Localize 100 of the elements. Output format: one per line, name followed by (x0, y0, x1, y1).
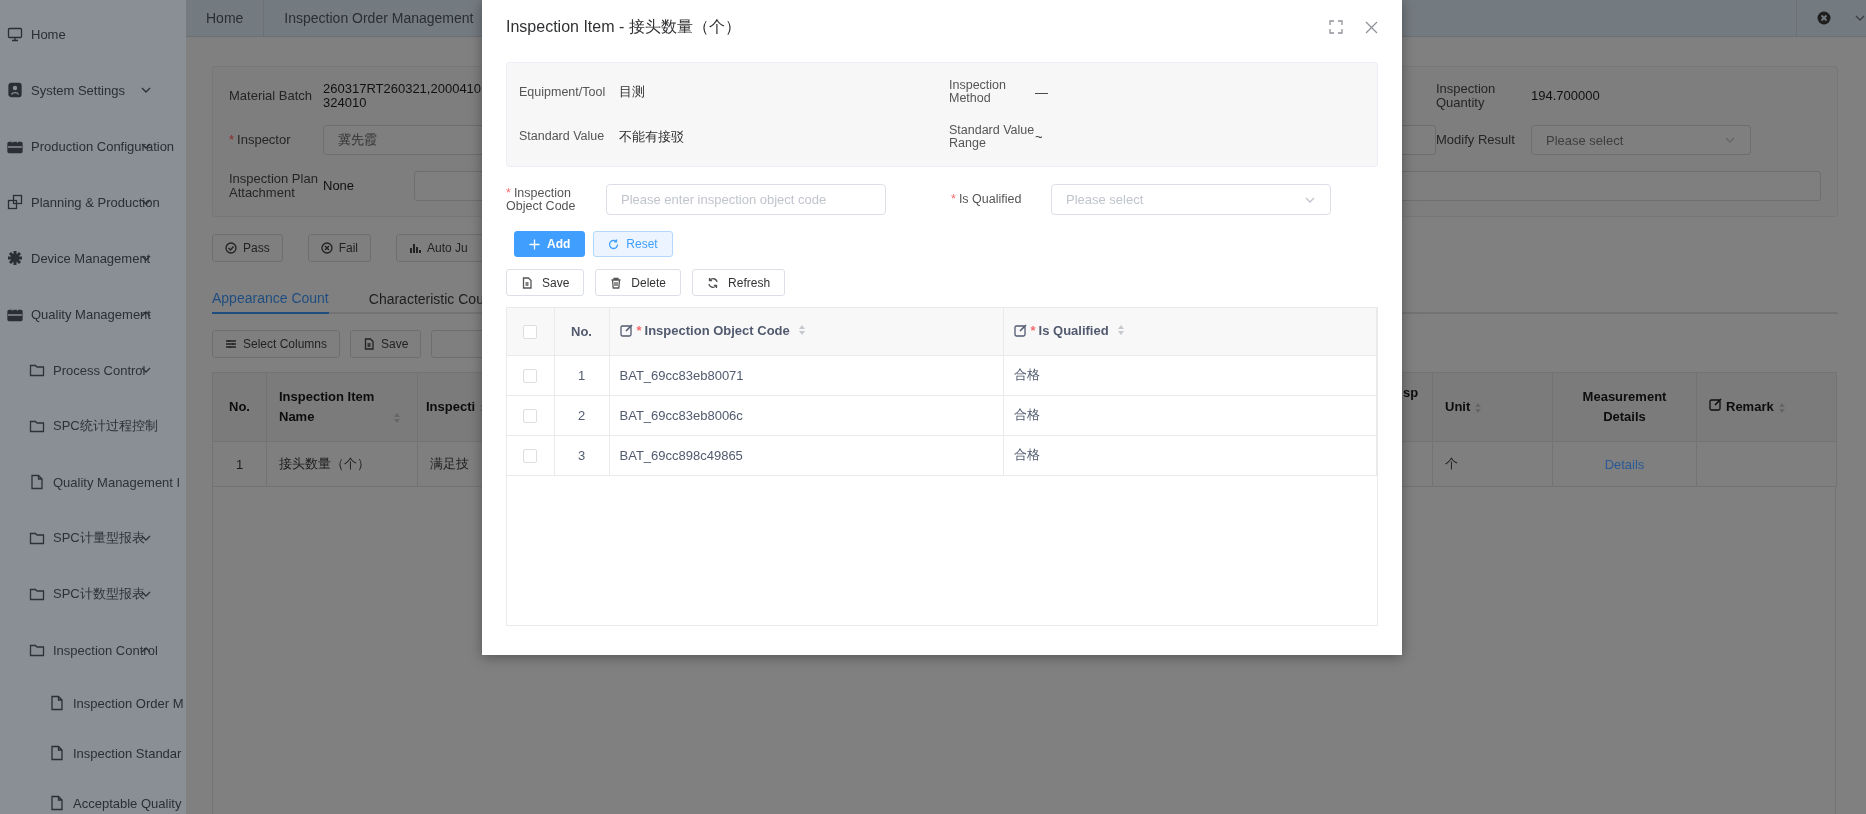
column-header: Inspecti (426, 399, 476, 414)
document-icon (521, 276, 533, 289)
document-icon (363, 338, 376, 350)
table-cell: 合格 (1013, 447, 1040, 462)
folder-icon (29, 642, 45, 658)
add-button[interactable]: Add (514, 231, 586, 257)
table-cell: BAT_69cc898c49865 (619, 447, 743, 463)
sidebar-item[interactable]: Production Configuration (31, 138, 175, 154)
table-cell: BAT_69cc83eb80071 (619, 367, 744, 383)
person-icon (7, 82, 23, 98)
field-label: Inspection Method (949, 79, 1007, 106)
field-label: * Inspection Object Code (506, 186, 577, 213)
sidebar-item[interactable]: SPC计量型报表 (53, 529, 145, 547)
field-label: Material Batch (229, 88, 314, 103)
sidebar-item[interactable]: Inspection Control (53, 642, 158, 658)
action-button[interactable]: Pass (212, 234, 283, 262)
table-cell: 满足技 (430, 456, 469, 471)
monitor-icon (7, 26, 23, 42)
select-all-checkbox[interactable] (523, 325, 538, 340)
reset-button[interactable]: Reset (593, 231, 673, 257)
toolbar-button[interactable]: Save (506, 269, 585, 296)
table-cell: 个 (1445, 456, 1458, 471)
gear-icon (7, 250, 23, 266)
row-checkbox[interactable] (523, 408, 538, 423)
sidebar-item[interactable]: System Settings (31, 82, 125, 98)
sidebar-item[interactable]: Process Control (53, 362, 146, 378)
column-header: * Is Qualified (1030, 322, 1109, 338)
briefcase-icon (7, 138, 23, 154)
sidebar-item[interactable]: Acceptable Quality (73, 795, 182, 811)
folder-icon (29, 418, 45, 434)
field-label: * Is Qualified (951, 193, 1023, 206)
table-cell: 合格 (1013, 407, 1040, 422)
toolbar-button[interactable]: Select Columns (212, 330, 341, 358)
folder-icon (29, 586, 45, 602)
sidebar-item[interactable]: SPC计数型报表 (53, 585, 145, 603)
fullscreen-icon[interactable] (1329, 20, 1343, 34)
sort-icon (797, 324, 806, 337)
field-value: ~ (1035, 129, 1044, 145)
field-value: 目测 (619, 83, 646, 102)
field-label: Standard Value Range (949, 123, 1035, 150)
action-button[interactable]: Fail (307, 234, 372, 262)
sidebar-item[interactable]: Planning & Production (31, 194, 160, 210)
field-value: 194.700000 (1531, 88, 1601, 103)
trash-icon (610, 276, 623, 289)
check-circle-icon (225, 242, 237, 254)
plus-icon (529, 238, 540, 250)
table-cell: 合格 (1013, 367, 1040, 382)
modify-result-select[interactable]: Please select (1531, 125, 1751, 156)
column-header: Remark (1726, 399, 1774, 414)
field-value: None (323, 179, 355, 194)
bar-chart-icon (409, 242, 422, 254)
edit-icon (1709, 398, 1722, 411)
field-value: 不能有接驳 (619, 127, 685, 146)
refresh-icon (608, 238, 620, 250)
field-label: Modify Result (1436, 133, 1516, 148)
page-tab[interactable]: Home (186, 0, 265, 36)
column-header: Unit (1445, 399, 1471, 414)
action-button[interactable]: Auto Ju (396, 234, 485, 262)
sidebar-item[interactable]: Home (31, 26, 66, 42)
folder-icon (29, 362, 45, 378)
briefcase-icon (7, 306, 23, 322)
sidebar-item[interactable]: Device Management (31, 250, 151, 266)
table-cell: 2 (577, 407, 586, 423)
close-icon[interactable] (1816, 11, 1831, 25)
field-label: Inspection Quantity (1436, 81, 1497, 110)
table-cell: 3 (577, 447, 586, 463)
column-header: Measurement Details (1582, 389, 1667, 424)
folder-icon (29, 530, 45, 546)
toolbar-button[interactable]: Save (350, 330, 422, 358)
edit-icon (619, 323, 633, 337)
sidebar-item[interactable]: Inspection Order M (73, 695, 184, 711)
column-header: No. (571, 323, 592, 339)
close-icon[interactable] (1365, 20, 1378, 34)
table-cell: 接头数量（个） (279, 456, 370, 471)
column-header: No. (229, 399, 250, 414)
table-cell: BAT_69cc83eb8006c (619, 407, 743, 423)
sidebar-item[interactable]: Quality Management (31, 306, 151, 322)
column-header: sp (1403, 385, 1419, 400)
toolbar-button[interactable]: Delete (595, 269, 682, 296)
table-cell: 1 (235, 456, 244, 472)
field-label: Equipment/Tool (519, 85, 607, 99)
document-icon (49, 745, 65, 761)
table-cell: 1 (577, 367, 586, 383)
sidebar-item[interactable]: SPC统计过程控制 (53, 417, 158, 435)
column-header: Inspection Item Name (279, 388, 376, 426)
row-checkbox[interactable] (523, 448, 538, 463)
document-icon (49, 695, 65, 711)
sliders-icon (225, 338, 237, 350)
sort-icon (1116, 324, 1125, 337)
field-value: — (1035, 84, 1049, 100)
x-circle-icon (320, 242, 333, 254)
document-icon (49, 795, 65, 811)
row-checkbox[interactable] (523, 368, 538, 383)
sidebar-item[interactable]: Inspection Standar (73, 745, 182, 761)
field-value: 260317RT260321,2000410 324010 (323, 81, 482, 110)
field-label: Standard Value (519, 130, 606, 144)
document-icon (29, 474, 45, 490)
sidebar-item[interactable]: Quality Management I (53, 474, 181, 490)
toolbar-button[interactable]: Refresh (692, 269, 786, 296)
result-tab[interactable]: Appearance Count (212, 284, 329, 314)
